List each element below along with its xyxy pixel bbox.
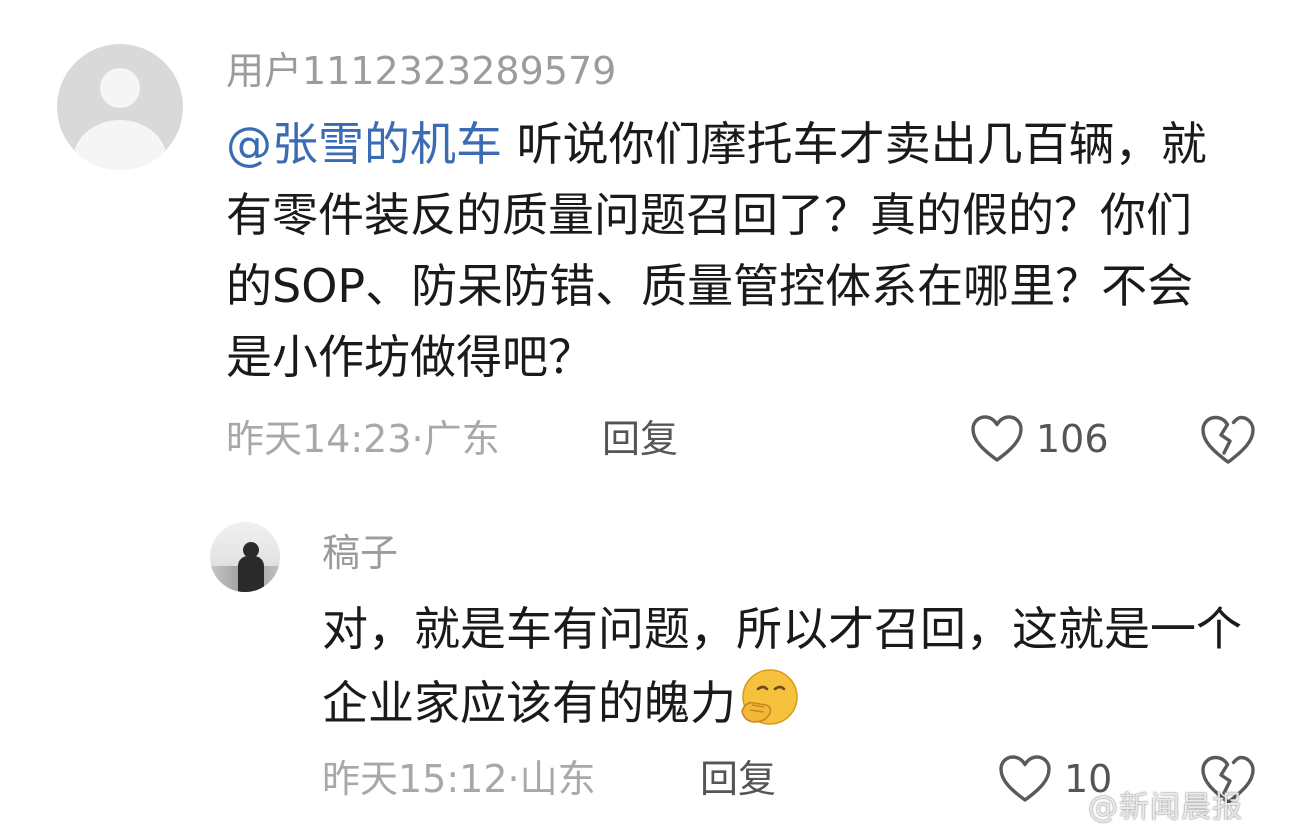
comment-meta: 昨天14:23·广东 — [226, 417, 500, 461]
avatar-placeholder-body — [73, 120, 167, 170]
comment-body: @张雪的机车 听说你们摩托车才卖出几百辆，就有零件装反的质量问题召回了？真的假的… — [226, 109, 1236, 393]
reply-reply-button[interactable]: 回复 — [700, 752, 776, 806]
user-avatar[interactable] — [57, 44, 183, 170]
reply-meta: 昨天15:12·山东 — [322, 757, 596, 801]
like-count: 106 — [1036, 417, 1109, 461]
avatar-person-silhouette — [238, 556, 264, 592]
reply-button[interactable]: 回复 — [602, 412, 678, 466]
reply-body: 对，就是车有问题，所以才召回，这就是一个企业家应该有的魄力 — [322, 592, 1242, 740]
watermark: @新闻晨报 — [1088, 790, 1243, 825]
avatar-placeholder-head — [100, 68, 140, 108]
heart-outline-icon — [971, 415, 1023, 462]
comment-username[interactable]: 用户1112323289579 — [226, 44, 616, 98]
heart-outline-icon — [999, 755, 1051, 802]
reply-user-avatar[interactable] — [210, 522, 280, 592]
avatar-person-head — [243, 542, 259, 558]
mention-link[interactable]: @张雪的机车 — [226, 117, 502, 171]
hand-over-mouth-smirk-emoji — [741, 669, 798, 725]
like-button[interactable]: 106 — [970, 412, 1109, 466]
broken-heart-icon[interactable] — [1200, 414, 1256, 466]
reply-username[interactable]: 稿子 — [322, 526, 398, 580]
